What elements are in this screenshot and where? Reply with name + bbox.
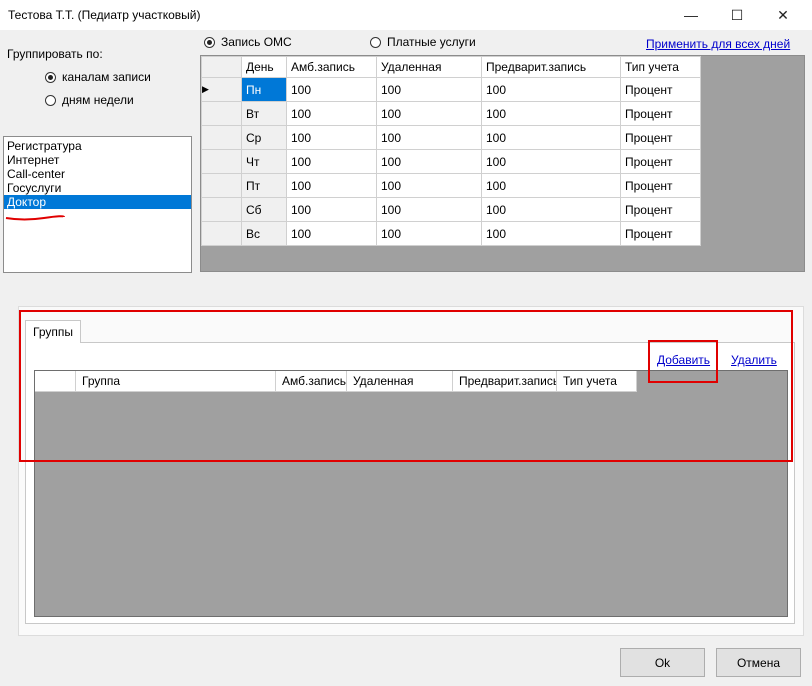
row-header[interactable] (201, 101, 242, 126)
radio-unchecked-icon (45, 94, 56, 106)
pre-cell[interactable]: 100 (481, 77, 621, 102)
radio-checked-icon (45, 71, 56, 83)
window-title: Тестова Т.Т. (Педиатр участковый) (8, 8, 201, 22)
channel-item-gosuslugi[interactable]: Госуслуги (4, 181, 191, 195)
group-by-channels-radio[interactable]: каналам записи (45, 70, 151, 84)
col-header-remote[interactable]: Удаленная (376, 56, 482, 78)
amb-cell[interactable]: 100 (286, 77, 377, 102)
schedule-row[interactable]: ▶ Пн 100 100 100 Процент (201, 77, 701, 102)
amb-cell[interactable]: 100 (286, 221, 377, 246)
paid-services-radio[interactable]: Платные услуги (370, 35, 476, 49)
remote-cell[interactable]: 100 (376, 101, 482, 126)
schedule-row[interactable]: Чт 100 100 100 Процент (201, 149, 701, 174)
groups-col-header-pre[interactable]: Предварит.запись (453, 371, 557, 392)
amb-cell[interactable]: 100 (286, 101, 377, 126)
groups-col-header-amb[interactable]: Амб.запись (276, 371, 347, 392)
channel-item-registry[interactable]: Регистратура (4, 139, 191, 153)
type-cell[interactable]: Процент (620, 101, 701, 126)
day-cell[interactable]: Ср (241, 125, 287, 150)
type-cell[interactable]: Процент (620, 173, 701, 198)
minimize-icon[interactable]: — (668, 0, 714, 30)
channel-item-internet[interactable]: Интернет (4, 153, 191, 167)
remote-cell[interactable]: 100 (376, 77, 482, 102)
col-header-amb[interactable]: Амб.запись (286, 56, 377, 78)
current-row-arrow-icon[interactable]: ▶ (201, 77, 242, 102)
remote-cell[interactable]: 100 (376, 197, 482, 222)
schedule-row[interactable]: Вт 100 100 100 Процент (201, 101, 701, 126)
pre-cell[interactable]: 100 (481, 149, 621, 174)
remote-cell[interactable]: 100 (376, 125, 482, 150)
oms-radio[interactable]: Запись ОМС (204, 35, 292, 49)
type-cell[interactable]: Процент (620, 77, 701, 102)
schedule-row[interactable]: Вс 100 100 100 Процент (201, 221, 701, 246)
pre-cell[interactable]: 100 (481, 173, 621, 198)
groups-col-header-remote[interactable]: Удаленная (347, 371, 453, 392)
channel-item-call-center[interactable]: Call-center (4, 167, 191, 181)
row-header[interactable] (201, 221, 242, 246)
remote-cell[interactable]: 100 (376, 221, 482, 246)
day-cell[interactable]: Вт (241, 101, 287, 126)
apply-all-days-link[interactable]: Применить для всех дней (646, 37, 790, 51)
col-header-type[interactable]: Тип учета (620, 56, 701, 78)
groups-row-header-corner (35, 371, 76, 392)
grouping-label: Группировать по: (7, 47, 103, 61)
groups-grid[interactable]: Группа Амб.запись Удаленная Предварит.за… (34, 370, 788, 617)
row-header[interactable] (201, 197, 242, 222)
day-cell[interactable]: Вс (241, 221, 287, 246)
schedule-table: День Амб.запись Удаленная Предварит.запи… (201, 56, 701, 246)
channel-item-doctor[interactable]: Доктор (4, 195, 191, 209)
channels-list[interactable]: Регистратура Интернет Call-center Госусл… (3, 136, 192, 273)
col-header-pre[interactable]: Предварит.запись (481, 56, 621, 78)
day-cell[interactable]: Пт (241, 173, 287, 198)
day-cell[interactable]: Чт (241, 149, 287, 174)
radio-checked-icon (204, 36, 215, 48)
schedule-row[interactable]: Ср 100 100 100 Процент (201, 125, 701, 150)
remote-cell[interactable]: 100 (376, 149, 482, 174)
col-header-day[interactable]: День (241, 56, 287, 78)
add-group-link[interactable]: Добавить (657, 353, 710, 367)
pre-cell[interactable]: 100 (481, 125, 621, 150)
type-cell[interactable]: Процент (620, 221, 701, 246)
tab-groups[interactable]: Группы (25, 320, 81, 343)
type-cell[interactable]: Процент (620, 149, 701, 174)
type-cell[interactable]: Процент (620, 197, 701, 222)
amb-cell[interactable]: 100 (286, 197, 377, 222)
schedule-row[interactable]: Сб 100 100 100 Процент (201, 197, 701, 222)
row-header[interactable] (201, 173, 242, 198)
groups-col-header-group[interactable]: Группа (76, 371, 276, 392)
remote-cell[interactable]: 100 (376, 173, 482, 198)
amb-cell[interactable]: 100 (286, 149, 377, 174)
row-header[interactable] (201, 149, 242, 174)
close-icon[interactable]: ✕ (760, 0, 806, 30)
amb-cell[interactable]: 100 (286, 125, 377, 150)
pre-cell[interactable]: 100 (481, 221, 621, 246)
maximize-icon[interactable]: ☐ (714, 0, 760, 30)
pre-cell[interactable]: 100 (481, 101, 621, 126)
row-header-corner (201, 56, 242, 78)
group-by-weekdays-radio[interactable]: дням недели (45, 93, 134, 107)
pre-cell[interactable]: 100 (481, 197, 621, 222)
schedule-header-row: День Амб.запись Удаленная Предварит.запи… (201, 56, 701, 78)
type-cell[interactable]: Процент (620, 125, 701, 150)
schedule-row[interactable]: Пт 100 100 100 Процент (201, 173, 701, 198)
schedule-grid[interactable]: День Амб.запись Удаленная Предварит.запи… (200, 55, 805, 272)
day-cell[interactable]: Сб (241, 197, 287, 222)
day-cell[interactable]: Пн (241, 77, 287, 102)
doctor-underline-annotation (5, 215, 65, 221)
cancel-button[interactable]: Отмена (716, 648, 801, 677)
radio-unchecked-icon (370, 36, 381, 48)
delete-group-link[interactable]: Удалить (731, 353, 777, 367)
amb-cell[interactable]: 100 (286, 173, 377, 198)
ok-button[interactable]: Ok (620, 648, 705, 677)
groups-col-header-type[interactable]: Тип учета (557, 371, 637, 392)
row-header[interactable] (201, 125, 242, 150)
